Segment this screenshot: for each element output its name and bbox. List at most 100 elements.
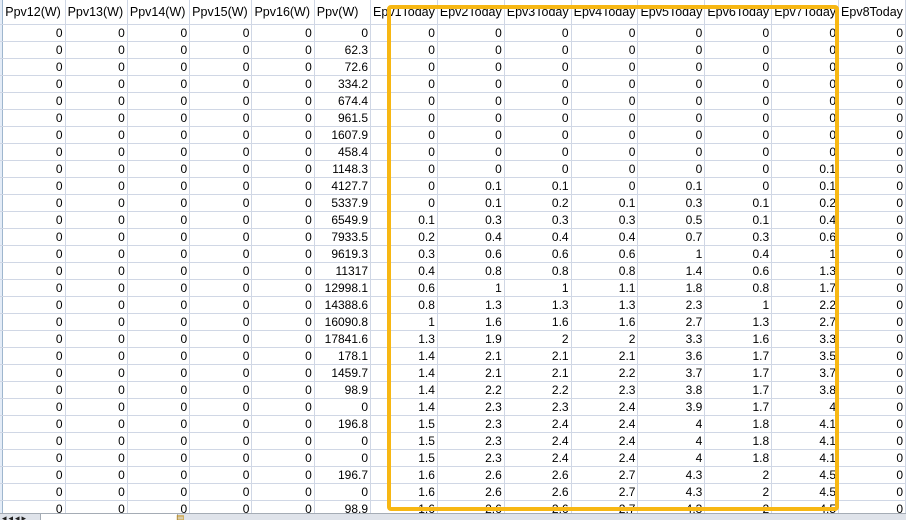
column-header-cell[interactable]: Ppv16(W) xyxy=(251,0,315,25)
table-cell[interactable]: 0.3 xyxy=(370,245,438,263)
table-cell[interactable]: 0 xyxy=(370,24,438,42)
table-cell[interactable]: 0 xyxy=(251,262,315,280)
table-cell[interactable]: 17841.6 xyxy=(314,330,372,348)
table-cell[interactable]: 0 xyxy=(314,432,372,450)
table-cell[interactable]: 2.2 xyxy=(437,381,505,399)
table-cell[interactable]: 0.1 xyxy=(771,177,840,195)
table-cell[interactable]: 0.8 xyxy=(504,262,572,280)
table-cell[interactable]: 0 xyxy=(571,24,639,42)
table-cell[interactable]: 0 xyxy=(838,313,906,331)
table-cell[interactable]: 0.2 xyxy=(370,228,438,246)
table-cell[interactable]: 1.5 xyxy=(370,432,438,450)
table-cell[interactable]: 0 xyxy=(251,228,315,246)
table-cell[interactable]: 1.5 xyxy=(370,415,438,433)
column-header-cell[interactable]: Epv4Today xyxy=(571,0,639,25)
column-header-cell[interactable]: Ppv12(W) xyxy=(2,0,66,25)
table-cell[interactable]: 0 xyxy=(251,279,315,297)
table-cell[interactable]: 0 xyxy=(771,75,840,93)
column-header-cell[interactable]: Ppv(W) xyxy=(314,0,372,25)
table-cell[interactable]: 62.3 xyxy=(314,41,372,59)
table-cell[interactable]: 2.1 xyxy=(504,364,572,382)
table-cell[interactable]: 0 xyxy=(251,194,315,212)
table-cell[interactable]: 0 xyxy=(189,466,253,484)
table-cell[interactable]: 0.6 xyxy=(571,245,639,263)
table-cell[interactable]: 178.1 xyxy=(314,347,372,365)
table-cell[interactable]: 0.1 xyxy=(370,211,438,229)
table-cell[interactable]: 2.4 xyxy=(504,415,572,433)
table-cell[interactable]: 0 xyxy=(189,228,253,246)
table-cell[interactable]: 0.2 xyxy=(504,194,572,212)
table-cell[interactable]: 0 xyxy=(189,24,253,42)
table-cell[interactable]: 0 xyxy=(65,415,128,433)
table-cell[interactable]: 0 xyxy=(65,330,128,348)
table-cell[interactable]: 3.7 xyxy=(771,364,840,382)
table-cell[interactable]: 2 xyxy=(704,466,773,484)
table-cell[interactable]: 0 xyxy=(838,381,906,399)
table-cell[interactable]: 1 xyxy=(370,313,438,331)
table-cell[interactable]: 7933.5 xyxy=(314,228,372,246)
table-cell[interactable]: 4 xyxy=(637,415,706,433)
table-cell[interactable]: 0 xyxy=(571,126,639,144)
table-cell[interactable]: 1.3 xyxy=(504,296,572,314)
table-cell[interactable]: 1.7 xyxy=(704,398,773,416)
table-cell[interactable]: 4.1 xyxy=(771,432,840,450)
table-cell[interactable]: 1.7 xyxy=(771,279,840,297)
table-cell[interactable]: 0 xyxy=(127,160,191,178)
table-cell[interactable]: 0 xyxy=(2,449,66,467)
table-cell[interactable]: 0 xyxy=(65,58,128,76)
table-cell[interactable]: 0 xyxy=(127,347,191,365)
table-cell[interactable]: 0 xyxy=(251,109,315,127)
table-cell[interactable]: 0 xyxy=(189,177,253,195)
table-cell[interactable]: 0 xyxy=(127,245,191,263)
table-cell[interactable]: 0 xyxy=(838,364,906,382)
table-cell[interactable]: 0 xyxy=(314,398,372,416)
sheet-tab[interactable] xyxy=(40,514,178,520)
table-cell[interactable]: 0 xyxy=(2,381,66,399)
table-cell[interactable]: 0 xyxy=(437,75,505,93)
table-cell[interactable]: 961.5 xyxy=(314,109,372,127)
table-cell[interactable]: 0.1 xyxy=(571,194,639,212)
table-cell[interactable]: 0 xyxy=(65,41,128,59)
table-cell[interactable]: 0 xyxy=(838,41,906,59)
table-cell[interactable]: 3.3 xyxy=(771,330,840,348)
table-cell[interactable]: 0 xyxy=(189,449,253,467)
table-cell[interactable]: 0 xyxy=(65,279,128,297)
table-cell[interactable]: 0 xyxy=(127,41,191,59)
table-cell[interactable]: 0 xyxy=(189,41,253,59)
table-cell[interactable]: 0 xyxy=(2,228,66,246)
table-cell[interactable]: 2.6 xyxy=(437,483,505,501)
table-cell[interactable]: 0 xyxy=(370,126,438,144)
table-cell[interactable]: 2.6 xyxy=(437,466,505,484)
table-cell[interactable]: 4 xyxy=(637,449,706,467)
table-cell[interactable]: 2.7 xyxy=(771,313,840,331)
table-cell[interactable]: 0 xyxy=(637,75,706,93)
table-cell[interactable]: 0 xyxy=(189,58,253,76)
table-cell[interactable]: 14388.6 xyxy=(314,296,372,314)
table-cell[interactable]: 0 xyxy=(65,211,128,229)
table-cell[interactable]: 0.7 xyxy=(637,228,706,246)
table-cell[interactable]: 0 xyxy=(251,398,315,416)
table-cell[interactable]: 0.3 xyxy=(437,211,505,229)
table-cell[interactable]: 0 xyxy=(2,126,66,144)
table-cell[interactable]: 0.6 xyxy=(704,262,773,280)
table-cell[interactable]: 5337.9 xyxy=(314,194,372,212)
table-cell[interactable]: 1.3 xyxy=(704,313,773,331)
table-cell[interactable]: 0 xyxy=(189,75,253,93)
table-cell[interactable]: 72.6 xyxy=(314,58,372,76)
table-cell[interactable]: 1 xyxy=(437,279,505,297)
table-cell[interactable]: 4 xyxy=(771,398,840,416)
table-cell[interactable]: 4.3 xyxy=(637,466,706,484)
table-cell[interactable]: 11317 xyxy=(314,262,372,280)
table-cell[interactable]: 0 xyxy=(127,313,191,331)
table-cell[interactable]: 0 xyxy=(65,483,128,501)
table-cell[interactable]: 0 xyxy=(704,58,773,76)
table-cell[interactable]: 0 xyxy=(571,177,639,195)
table-cell[interactable]: 0.1 xyxy=(437,194,505,212)
table-cell[interactable]: 2 xyxy=(704,483,773,501)
table-cell[interactable]: 0 xyxy=(838,143,906,161)
new-sheet-icon[interactable]: ▤ xyxy=(176,514,185,520)
table-cell[interactable]: 0 xyxy=(2,330,66,348)
table-cell[interactable]: 0 xyxy=(2,483,66,501)
table-cell[interactable]: 0 xyxy=(65,177,128,195)
table-cell[interactable]: 98.9 xyxy=(314,381,372,399)
